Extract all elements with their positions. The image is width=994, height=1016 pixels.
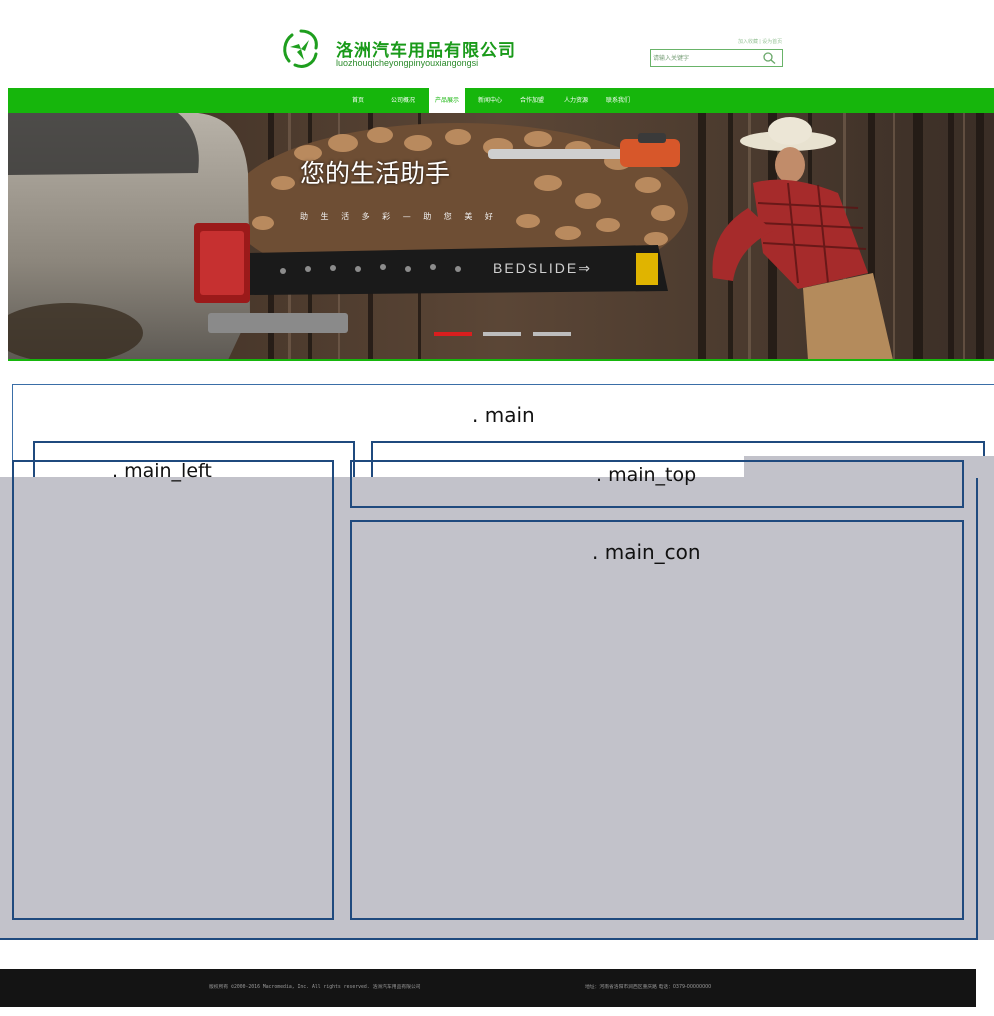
- nav-item-contact[interactable]: 联系我们: [606, 88, 630, 113]
- outer-box-bottom-edge: [0, 938, 978, 940]
- top-link[interactable]: 加入收藏 | 设为首页: [738, 38, 782, 45]
- company-pinyin: luozhouqicheyongpinyouxiangongsi: [336, 58, 479, 68]
- slide-dot-2[interactable]: [483, 332, 521, 336]
- banner-title: 您的生活助手: [300, 159, 451, 188]
- site-footer: 版权所有 ©2000-2016 Macromedia, Inc. All rig…: [0, 969, 976, 1007]
- nav-item-news[interactable]: 新闻中心: [478, 88, 502, 113]
- footer-contact: 地址：河南省洛阳市涧西区重庆路 电话：0379-00000000: [585, 985, 712, 990]
- main-top-box: [350, 460, 964, 508]
- main-con-box: [350, 520, 964, 920]
- nav-item-home[interactable]: 首页: [352, 88, 364, 113]
- site-header: 洛洲汽车用品有限公司 luozhouqicheyongpinyouxiangon…: [8, 0, 994, 88]
- banner-photo: BEDSLIDE⇒: [8, 113, 994, 360]
- nav-item-franchise[interactable]: 合作加盟: [520, 88, 544, 113]
- search-input[interactable]: [653, 52, 759, 64]
- outer-box-right-edge: [976, 478, 978, 940]
- nav-item-products[interactable]: 产品展示: [429, 88, 466, 113]
- main-left-box: [12, 460, 334, 920]
- search-box: [650, 49, 783, 67]
- swirl-logo-icon[interactable]: [278, 26, 324, 72]
- search-icon[interactable]: [762, 51, 778, 65]
- banner-subtitle: 助 生 活 多 彩 — 助 您 美 好: [300, 212, 498, 221]
- banner-bottom-border: [8, 359, 994, 361]
- nav-item-about[interactable]: 公司概况: [391, 88, 415, 113]
- main-nav: 首页 公司概况 产品展示 新闻中心 合作加盟 人力资源 联系我们: [8, 88, 994, 113]
- hero-banner[interactable]: BEDSLIDE⇒ 您的生活助手 助 生 活 多 彩 — 助 您 美 好: [8, 113, 994, 360]
- slide-dot-3[interactable]: [533, 332, 571, 336]
- nav-item-hr[interactable]: 人力资源: [564, 88, 588, 113]
- main-label: . main: [472, 403, 535, 427]
- slide-dot-1[interactable]: [434, 332, 472, 336]
- svg-text:BEDSLIDE⇒: BEDSLIDE⇒: [493, 260, 592, 276]
- footer-copyright: 版权所有 ©2000-2016 Macromedia, Inc. All rig…: [209, 985, 421, 990]
- main-con-label: . main_con: [592, 540, 701, 564]
